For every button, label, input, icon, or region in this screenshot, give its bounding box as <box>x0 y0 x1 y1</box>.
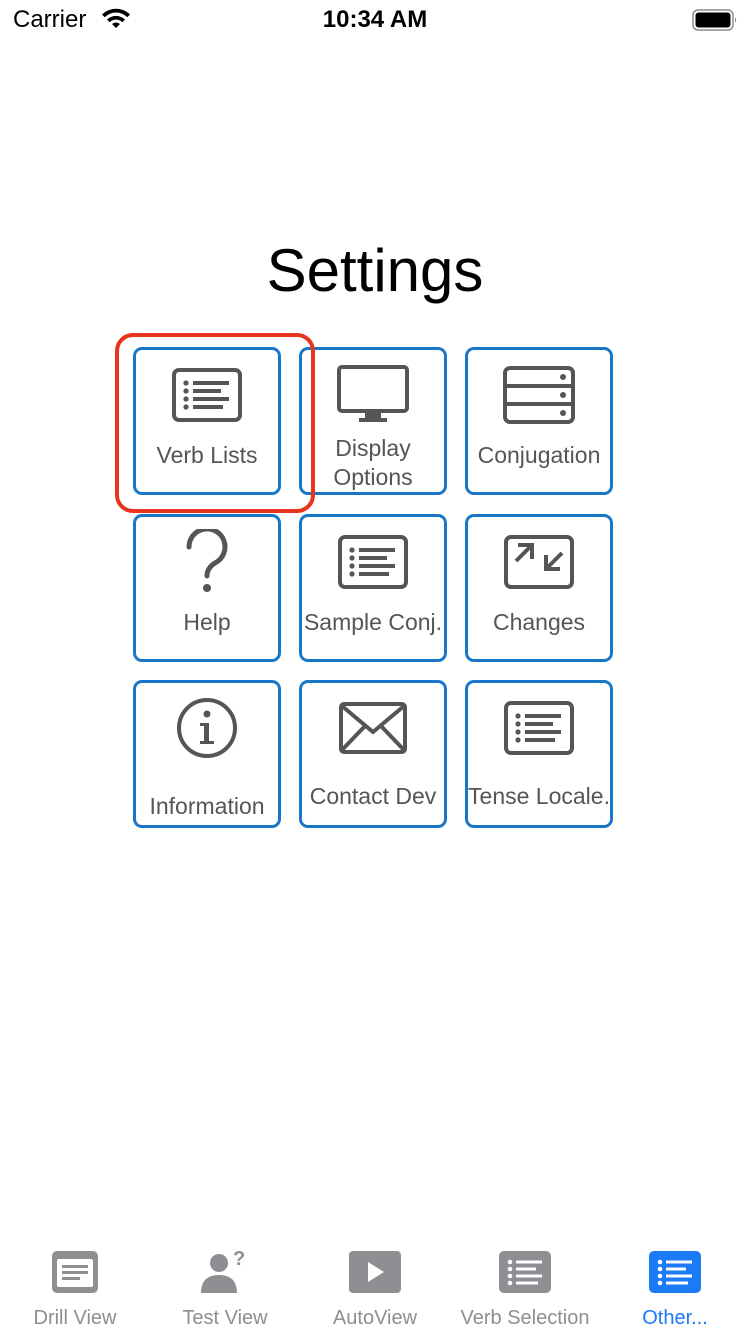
verb-lists-button[interactable]: Verb Lists <box>133 347 281 495</box>
list-icon <box>302 529 444 595</box>
battery-icon <box>692 9 737 31</box>
tab-label: Drill View <box>33 1307 117 1329</box>
contact-dev-button[interactable]: Contact Dev <box>299 680 447 828</box>
person-question-icon: ? <box>150 1249 300 1294</box>
tab-verb-selection[interactable]: Verb Selection <box>450 1234 600 1334</box>
list-icon <box>468 695 610 761</box>
tab-drill-view[interactable]: Drill View <box>0 1234 150 1334</box>
changes-button[interactable]: Changes <box>465 514 613 662</box>
tile-label: Help <box>183 608 231 635</box>
tab-label: AutoView <box>332 1307 418 1329</box>
arrows-swap-icon <box>468 529 610 595</box>
tab-bar: Drill View ? Test View AutoView Verb Sel… <box>0 1234 750 1334</box>
tile-label: Verb Lists <box>156 441 258 468</box>
list-icon <box>450 1250 600 1294</box>
tab-autoview[interactable]: AutoView <box>300 1234 450 1334</box>
tile-label: Information <box>149 792 265 819</box>
server-rack-icon <box>468 362 610 428</box>
information-button[interactable]: Information <box>133 680 281 828</box>
tab-label: Other... <box>642 1307 708 1329</box>
tile-label: Changes <box>492 608 586 635</box>
status-time: 10:34 AM <box>322 6 428 33</box>
info-icon <box>136 695 278 761</box>
tile-label: Contact Dev <box>309 782 437 809</box>
envelope-icon <box>302 695 444 761</box>
page-title: Settings <box>266 237 484 304</box>
tile-label: Tense Locale. <box>468 782 610 809</box>
monitor-icon <box>302 362 444 428</box>
help-button[interactable]: Help <box>133 514 281 662</box>
document-icon <box>0 1250 150 1294</box>
play-icon <box>300 1250 450 1294</box>
tile-label: Conjugation <box>477 441 601 468</box>
conjugation-button[interactable]: Conjugation <box>465 347 613 495</box>
tile-label: Display Options <box>333 435 413 490</box>
tab-label: Test View <box>182 1307 268 1329</box>
tile-label: Sample Conj. <box>303 608 443 635</box>
sample-conj-button[interactable]: Sample Conj. <box>299 514 447 662</box>
tab-test-view[interactable]: ? Test View <box>150 1234 300 1334</box>
list-icon <box>600 1250 750 1294</box>
status-bar: Carrier 10:34 AM <box>0 0 750 40</box>
tense-locale-button[interactable]: Tense Locale. <box>465 680 613 828</box>
tab-other[interactable]: Other... <box>600 1234 750 1334</box>
tab-label: Verb Selection <box>460 1307 590 1329</box>
display-options-button[interactable]: Display Options <box>299 347 447 495</box>
question-mark-icon <box>136 529 278 595</box>
list-icon <box>136 362 278 428</box>
svg-text:?: ? <box>233 1249 245 1270</box>
